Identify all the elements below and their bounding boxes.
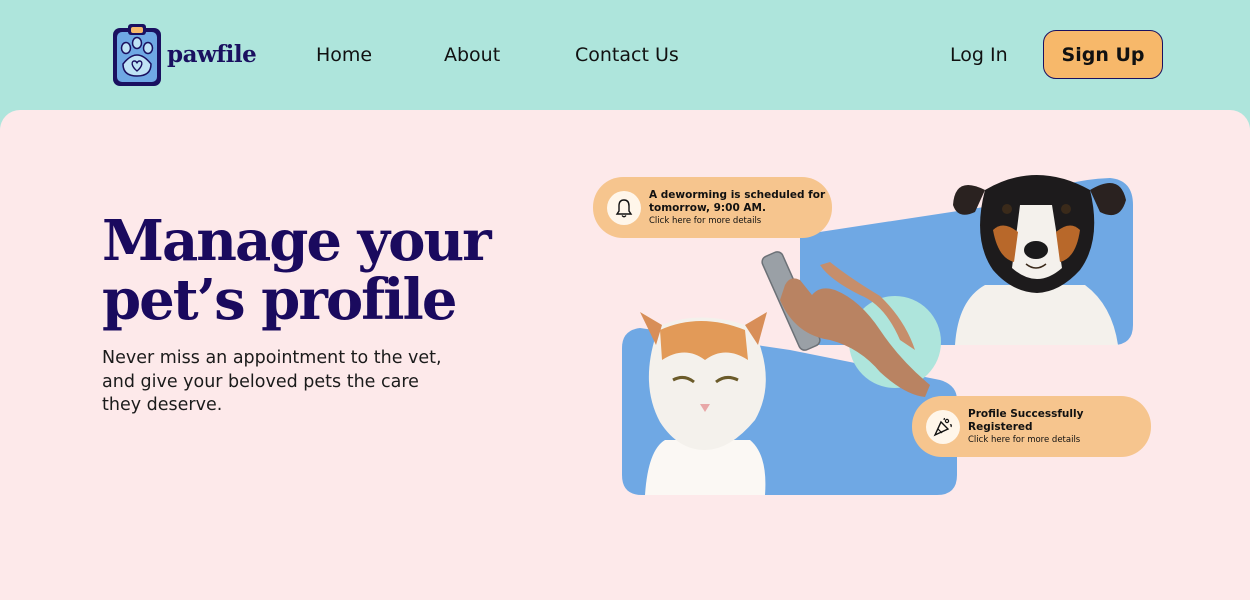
nav-about-link[interactable]: About bbox=[444, 44, 500, 66]
hero-subtitle: Never miss an appointment to the vet, an… bbox=[102, 348, 442, 415]
brand-name: pawfile bbox=[167, 40, 257, 68]
cat-illustration bbox=[640, 312, 767, 495]
profile-registered-notification[interactable]: Profile Successfully Registered Click he… bbox=[912, 396, 1151, 457]
hero-title-line-2: pet’s profile bbox=[102, 267, 457, 333]
deworming-notification[interactable]: A deworming is scheduled for tomorrow, 9… bbox=[593, 177, 832, 238]
nav-home-link[interactable]: Home bbox=[316, 44, 372, 66]
hero-title-line-1: Manage your bbox=[102, 208, 492, 274]
login-link[interactable]: Log In bbox=[950, 44, 1008, 66]
party-popper-icon bbox=[926, 409, 960, 444]
bell-icon bbox=[607, 190, 641, 225]
pawfile-logo[interactable]: pawfile bbox=[111, 24, 257, 88]
notification-detail: Click here for more details bbox=[649, 215, 762, 226]
nav-contact-link[interactable]: Contact Us bbox=[575, 44, 679, 66]
deworming-notification-text: A deworming is scheduled for tomorrow, 9… bbox=[649, 189, 832, 227]
notification-detail: Click here for more details bbox=[968, 434, 1081, 445]
site-header: pawfile Home About Contact Us Log In Sig… bbox=[0, 0, 1250, 110]
profile-registered-notification-text: Profile Successfully Registered Click he… bbox=[968, 408, 1151, 446]
notification-title: A deworming is scheduled for tomorrow, 9… bbox=[649, 188, 826, 214]
signup-button[interactable]: Sign Up bbox=[1043, 30, 1163, 79]
clipboard-paw-icon bbox=[111, 24, 163, 88]
notification-title: Profile Successfully Registered bbox=[968, 407, 1084, 433]
hero-title: Manage your pet’s profile bbox=[102, 212, 542, 330]
